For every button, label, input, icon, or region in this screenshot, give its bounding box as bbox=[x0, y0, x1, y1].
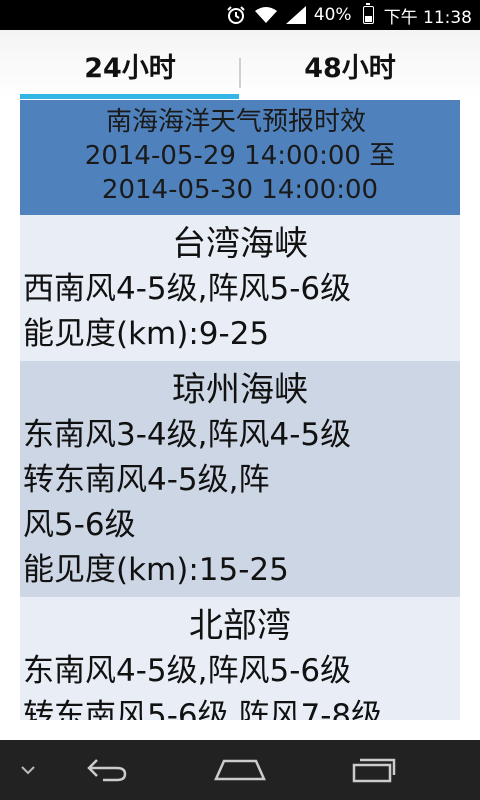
navigation-bar bbox=[0, 740, 480, 800]
wind-text: 西南风4-5级,阵风5-6级 bbox=[23, 271, 352, 307]
visibility-text: 能见度(km):15-25 bbox=[23, 552, 289, 588]
forecast-title: 南海海洋天气预报时效 bbox=[105, 107, 366, 137]
status-bar: 40% 下午 11:38 bbox=[0, 0, 480, 30]
section-title: 台湾海峡 bbox=[172, 224, 308, 264]
section-taiwan-strait: 台湾海峡 西南风4-5级,阵风5-6级 能见度(km):9-25 bbox=[20, 215, 460, 361]
battery-icon bbox=[360, 3, 374, 24]
alarm-icon bbox=[226, 5, 246, 25]
forecast-range-start: 2014-05-29 14:00:00 至 bbox=[84, 141, 396, 171]
battery-percent: 40% bbox=[313, 5, 352, 25]
forecast-list[interactable]: 南海海洋天气预报时效 2014-05-29 14:00:00 至 2014-05… bbox=[20, 100, 460, 720]
wind-text: 风5-6级 bbox=[23, 507, 136, 543]
section-beibu-gulf: 北部湾 东南风4-5级,阵风5-6级 转东南风5-6级,阵风7-8级 bbox=[20, 597, 460, 720]
tab-24-hours[interactable]: 24小时 bbox=[20, 30, 240, 100]
recent-apps-icon[interactable] bbox=[344, 740, 404, 800]
back-icon[interactable] bbox=[78, 740, 136, 800]
forecast-range-end: 2014-05-30 14:00:00 bbox=[101, 175, 379, 205]
tab-bar: 24小时 48小时 bbox=[0, 30, 480, 100]
signal-icon bbox=[285, 6, 306, 24]
selected-tab-indicator bbox=[20, 94, 239, 99]
section-title: 琼州海峡 bbox=[172, 370, 308, 410]
visibility-text: 能见度(km):9-25 bbox=[23, 316, 270, 352]
forecast-header: 南海海洋天气预报时效 2014-05-29 14:00:00 至 2014-05… bbox=[20, 100, 460, 215]
chevron-down-icon[interactable] bbox=[10, 740, 46, 800]
wind-text: 转东南风5-6级,阵风7-8级 bbox=[23, 698, 383, 720]
home-icon[interactable] bbox=[208, 740, 272, 800]
section-qiongzhou-strait: 琼州海峡 东南风3-4级,阵风4-5级 转东南风4-5级,阵 风5-6级 能见度… bbox=[20, 361, 460, 597]
section-title: 北部湾 bbox=[189, 606, 291, 646]
wind-text: 转东南风4-5级,阵 bbox=[23, 462, 270, 498]
tab-48-hours[interactable]: 48小时 bbox=[240, 30, 460, 100]
wind-text: 东南风3-4级,阵风4-5级 bbox=[23, 417, 352, 453]
clock: 下午 11:38 bbox=[383, 7, 472, 28]
wifi-icon bbox=[254, 6, 278, 24]
wind-text: 东南风4-5级,阵风5-6级 bbox=[23, 653, 352, 689]
